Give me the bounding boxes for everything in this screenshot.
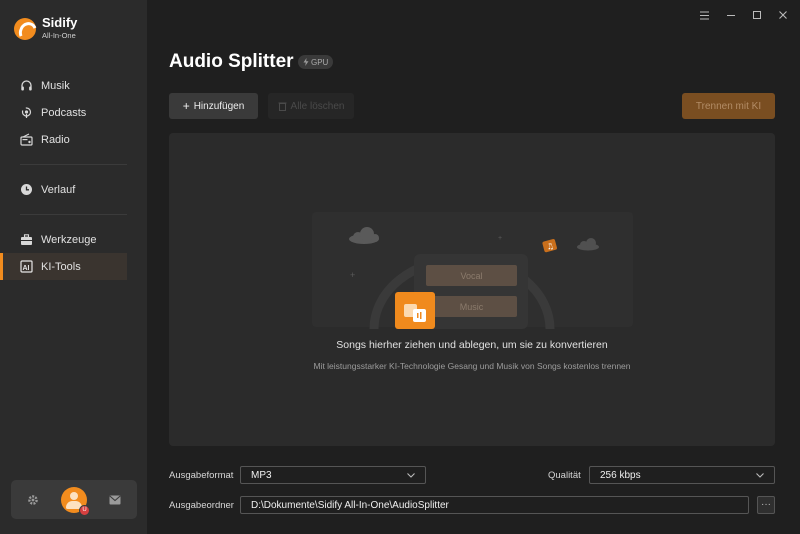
trash-icon [278, 101, 287, 111]
headphones-icon [20, 79, 33, 92]
sidebar-item-ki-tools[interactable]: AI KI-Tools [0, 253, 127, 280]
app-name: Sidify [42, 15, 78, 30]
mail-icon[interactable] [109, 495, 121, 505]
app-subtitle: All-In-One [42, 31, 76, 40]
gear-icon[interactable] [27, 494, 39, 506]
svg-text:AI: AI [23, 265, 30, 272]
lightning-icon [303, 58, 309, 66]
quality-select[interactable]: 256 kbps [589, 466, 775, 484]
close-icon[interactable] [778, 10, 788, 20]
podcast-icon [20, 106, 33, 119]
sidebar-item-werkzeuge[interactable]: Werkzeuge [0, 226, 147, 253]
gpu-badge-label: GPU [311, 57, 329, 67]
drop-zone-title: Songs hierher ziehen und ablegen, um sie… [336, 339, 608, 351]
brand: Sidify All-In-One [14, 16, 77, 42]
window-controls [700, 10, 788, 20]
ai-icon: AI [20, 260, 33, 273]
sidebar-item-label: Werkzeuge [41, 233, 97, 246]
page-title: Audio Splitter [169, 51, 294, 72]
user-badge: U [79, 504, 90, 516]
split-with-ai-button[interactable]: Trennen mit KI [682, 93, 775, 119]
gpu-badge: GPU [298, 55, 334, 69]
sidebar-item-label: Radio [41, 133, 70, 146]
plus-icon: + [182, 99, 190, 113]
svg-text:+: + [350, 270, 355, 280]
delete-all-button[interactable]: Alle löschen [268, 93, 354, 119]
delete-all-button-label: Alle löschen [290, 100, 345, 112]
sidebar-item-verlauf[interactable]: Verlauf [0, 176, 147, 203]
sidebar-item-podcasts[interactable]: Podcasts [0, 99, 147, 126]
audio-file-icon [395, 292, 435, 329]
minimize-icon[interactable] [726, 10, 736, 20]
output-format-label: Ausgabeformat [169, 470, 234, 481]
sidebar-nav: Musik Podcasts Radio Verlauf Werkzeuge A… [0, 72, 147, 280]
output-folder-label: Ausgabeordner [169, 500, 234, 511]
svg-text:+: + [498, 235, 502, 242]
vocal-label: Vocal [460, 271, 482, 281]
radio-icon [20, 133, 33, 146]
sidebar-divider [20, 214, 127, 215]
clock-icon [20, 183, 33, 196]
chevron-down-icon [756, 472, 764, 478]
quality-label: Qualität [548, 470, 581, 481]
sidebar-item-label: KI-Tools [41, 260, 81, 273]
maximize-icon[interactable] [752, 10, 762, 20]
music-label: Music [460, 302, 484, 312]
toolbox-icon [20, 233, 33, 246]
sidebar-item-label: Podcasts [41, 106, 87, 119]
sidebar-item-label: Musik [41, 79, 70, 92]
drop-zone[interactable]: + + Vocal Music ♫ Songs hierher ziehen u… [169, 133, 775, 446]
sidebar-item-radio[interactable]: Radio [0, 126, 147, 153]
output-folder-field[interactable]: D:\Dokumente\Sidify All-In-One\AudioSpli… [240, 496, 749, 514]
sidebar-bottom-bar: U [11, 480, 137, 519]
drop-illustration: + + Vocal Music ♫ [312, 212, 633, 329]
chevron-down-icon [407, 472, 415, 478]
sidebar: Sidify All-In-One Musik Podcasts Radio V… [0, 0, 147, 534]
menu-icon[interactable] [700, 10, 710, 20]
avatar[interactable]: U [61, 486, 90, 516]
sidebar-divider [20, 164, 127, 165]
output-format-select[interactable]: MP3 [240, 466, 426, 484]
browse-folder-button[interactable]: ··· [757, 496, 775, 514]
add-button-label: Hinzufügen [193, 100, 245, 112]
drop-zone-subtitle: Mit leistungsstarker KI-Technologie Gesa… [313, 361, 631, 371]
sidebar-item-musik[interactable]: Musik [0, 72, 147, 99]
add-button[interactable]: + Hinzufügen [169, 93, 258, 119]
sidebar-item-label: Verlauf [41, 183, 76, 196]
quality-value: 256 kbps [600, 469, 641, 481]
sidify-logo-icon [14, 18, 36, 40]
output-format-value: MP3 [251, 469, 272, 481]
